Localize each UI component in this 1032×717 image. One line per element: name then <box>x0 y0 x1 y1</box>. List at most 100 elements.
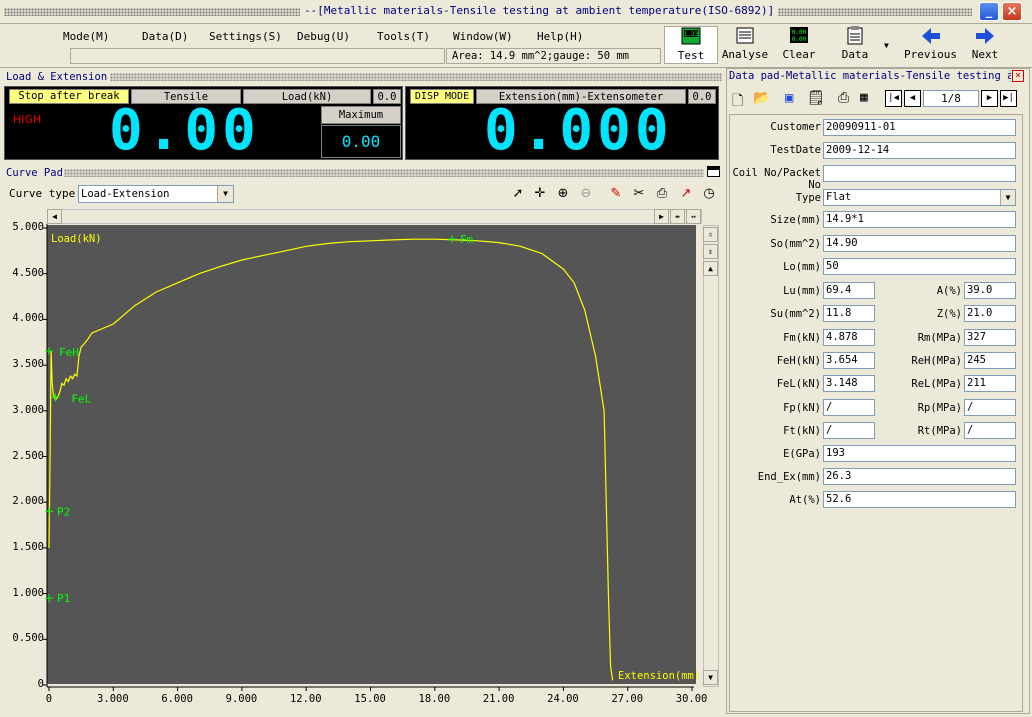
first-page-icon[interactable]: |◀ <box>885 90 902 107</box>
y-tick-label: 0 <box>37 678 44 690</box>
y-axis-title: Load(kN) <box>51 233 102 245</box>
size-label: Size(mm) <box>770 214 821 226</box>
pair-field-left[interactable]: 4.878 <box>823 329 875 346</box>
lo-field[interactable]: 50 <box>823 258 1016 275</box>
next-label: Next <box>971 48 999 61</box>
pair-label-left: Ft(kN) <box>783 425 821 437</box>
end-ex-field[interactable]: 26.3 <box>823 468 1016 485</box>
pair-field-right[interactable]: / <box>964 422 1016 439</box>
clear-label: Clear <box>782 48 816 61</box>
x-tick-label: 0 <box>45 693 53 705</box>
last-page-icon[interactable]: ▶| <box>1000 90 1017 107</box>
testdate-label: TestDate <box>770 144 821 156</box>
customer-label: Customer <box>770 121 821 133</box>
pair-label-left: FeH(kN) <box>776 355 821 367</box>
at-field[interactable]: 52.6 <box>823 491 1016 508</box>
x-tick-label: 24.00 <box>547 693 579 705</box>
data-label: Data <box>841 48 869 61</box>
x-tick-label: 15.00 <box>354 693 386 705</box>
new-file-icon[interactable]: 🗋 <box>732 90 743 114</box>
y-tick-label: 2.000 <box>12 495 44 508</box>
x-tick-label: 12.00 <box>289 693 322 705</box>
pair-label-right: Z(%) <box>936 308 962 320</box>
close-button[interactable]: × <box>1002 2 1022 21</box>
y-tick-label: 1.000 <box>12 586 44 599</box>
pair-field-left[interactable]: 3.148 <box>823 375 875 392</box>
type-chevron-down-icon[interactable]: ▼ <box>1000 190 1015 205</box>
pair-label-left: Fp(kN) <box>783 402 821 414</box>
lo-label: Lo(mm) <box>783 261 821 273</box>
next-button[interactable]: Next <box>962 26 1008 64</box>
prev-page-icon[interactable]: ◀ <box>904 90 921 107</box>
pair-field-right[interactable]: 245 <box>964 352 1016 369</box>
open-folder-icon[interactable]: 📂 <box>753 90 770 106</box>
pair-field-right[interactable]: / <box>964 399 1016 416</box>
marker-p2: P2 <box>57 505 70 518</box>
marker-fel: FeL <box>71 392 91 405</box>
pair-label-left: Su(mm^2) <box>770 308 821 320</box>
y-tick-label: 5.000 <box>12 221 44 233</box>
x-tick-label: 27.00 <box>611 693 644 705</box>
svg-text:0.00: 0.00 <box>792 29 807 36</box>
pair-label-left: Lu(mm) <box>783 285 821 297</box>
type-value: Flat <box>826 191 852 203</box>
save-icon[interactable]: ▣ <box>785 90 793 106</box>
pair-label-left: FeL(kN) <box>776 378 821 390</box>
pair-field-right[interactable]: 211 <box>964 375 1016 392</box>
preview-icon[interactable]: ▦ <box>860 90 868 105</box>
data-pad-close-icon[interactable]: × <box>1012 70 1024 82</box>
at-label: At(%) <box>789 494 821 506</box>
export-icon[interactable]: 🗒 <box>807 90 825 106</box>
coil-no-field[interactable] <box>823 165 1016 182</box>
type-select[interactable]: Flat ▼ <box>823 189 1016 206</box>
y-tick-label: 3.500 <box>12 358 44 371</box>
marker-feh: FeH <box>59 346 79 359</box>
y-tick-label: 2.500 <box>12 449 44 462</box>
data-icon <box>847 26 863 45</box>
previous-button[interactable]: Previous <box>903 26 958 64</box>
pair-field-left[interactable]: / <box>823 422 875 439</box>
pair-field-left[interactable]: 11.8 <box>823 305 875 322</box>
svg-text:0.00: 0.00 <box>792 36 807 43</box>
pair-field-right[interactable]: 21.0 <box>964 305 1016 322</box>
so-field[interactable]: 14.90 <box>823 235 1016 252</box>
y-tick-label: 4.500 <box>12 266 44 279</box>
y-tick-label: 1.500 <box>12 540 44 553</box>
e-field[interactable]: 193 <box>823 445 1016 462</box>
x-tick-label: 6.000 <box>161 693 193 705</box>
size-field[interactable]: 14.9*1 <box>823 211 1016 228</box>
pair-label-right: ReH(MPa) <box>911 355 962 367</box>
y-tick-label: 4.000 <box>12 312 44 325</box>
data-dropdown-arrow-icon[interactable]: ▼ <box>884 41 889 50</box>
customer-field[interactable]: 20090911-01 <box>823 119 1016 136</box>
marker-p1: P1 <box>57 592 70 605</box>
end-ex-label: End_Ex(mm) <box>757 471 821 483</box>
pair-label-right: ReL(MPa) <box>911 378 962 390</box>
y-tick-label: 3.000 <box>12 403 44 416</box>
pair-label-left: Fm(kN) <box>783 332 821 344</box>
pair-field-right[interactable]: 327 <box>964 329 1016 346</box>
analyse-button[interactable]: Analyse <box>720 26 770 64</box>
arrow-right-icon <box>976 28 994 44</box>
print-icon[interactable]: ⎙ <box>838 90 849 106</box>
clear-button[interactable]: 0.00 0.00 Clear <box>776 26 822 64</box>
data-pad-title: Data pad-Metallic materials-Tensile test… <box>729 70 1011 82</box>
pair-field-left[interactable]: / <box>823 399 875 416</box>
pair-label-right: Rp(MPa) <box>917 402 962 414</box>
x-tick-label: 18.00 <box>418 693 451 705</box>
minimize-button[interactable]: _ <box>979 2 999 21</box>
pair-field-left[interactable]: 69.4 <box>823 282 875 299</box>
testdate-field[interactable]: 2009-12-14 <box>823 142 1016 159</box>
data-button[interactable]: Data <box>830 26 880 64</box>
coil-no-label: Coil No/Packet No <box>732 167 821 191</box>
page-indicator[interactable]: 1/8 <box>923 90 979 107</box>
pair-field-left[interactable]: 3.654 <box>823 352 875 369</box>
clear-icon: 0.000.00 <box>790 27 808 43</box>
load-extension-curve <box>48 238 614 681</box>
y-tick-label: 0.500 <box>12 632 44 645</box>
pair-field-right[interactable]: 39.0 <box>964 282 1016 299</box>
marker-fm: Fm <box>460 233 474 246</box>
e-label: E(GPa) <box>783 448 821 460</box>
next-page-icon[interactable]: ▶ <box>981 90 998 107</box>
pair-label-right: Rt(MPa) <box>917 425 962 437</box>
